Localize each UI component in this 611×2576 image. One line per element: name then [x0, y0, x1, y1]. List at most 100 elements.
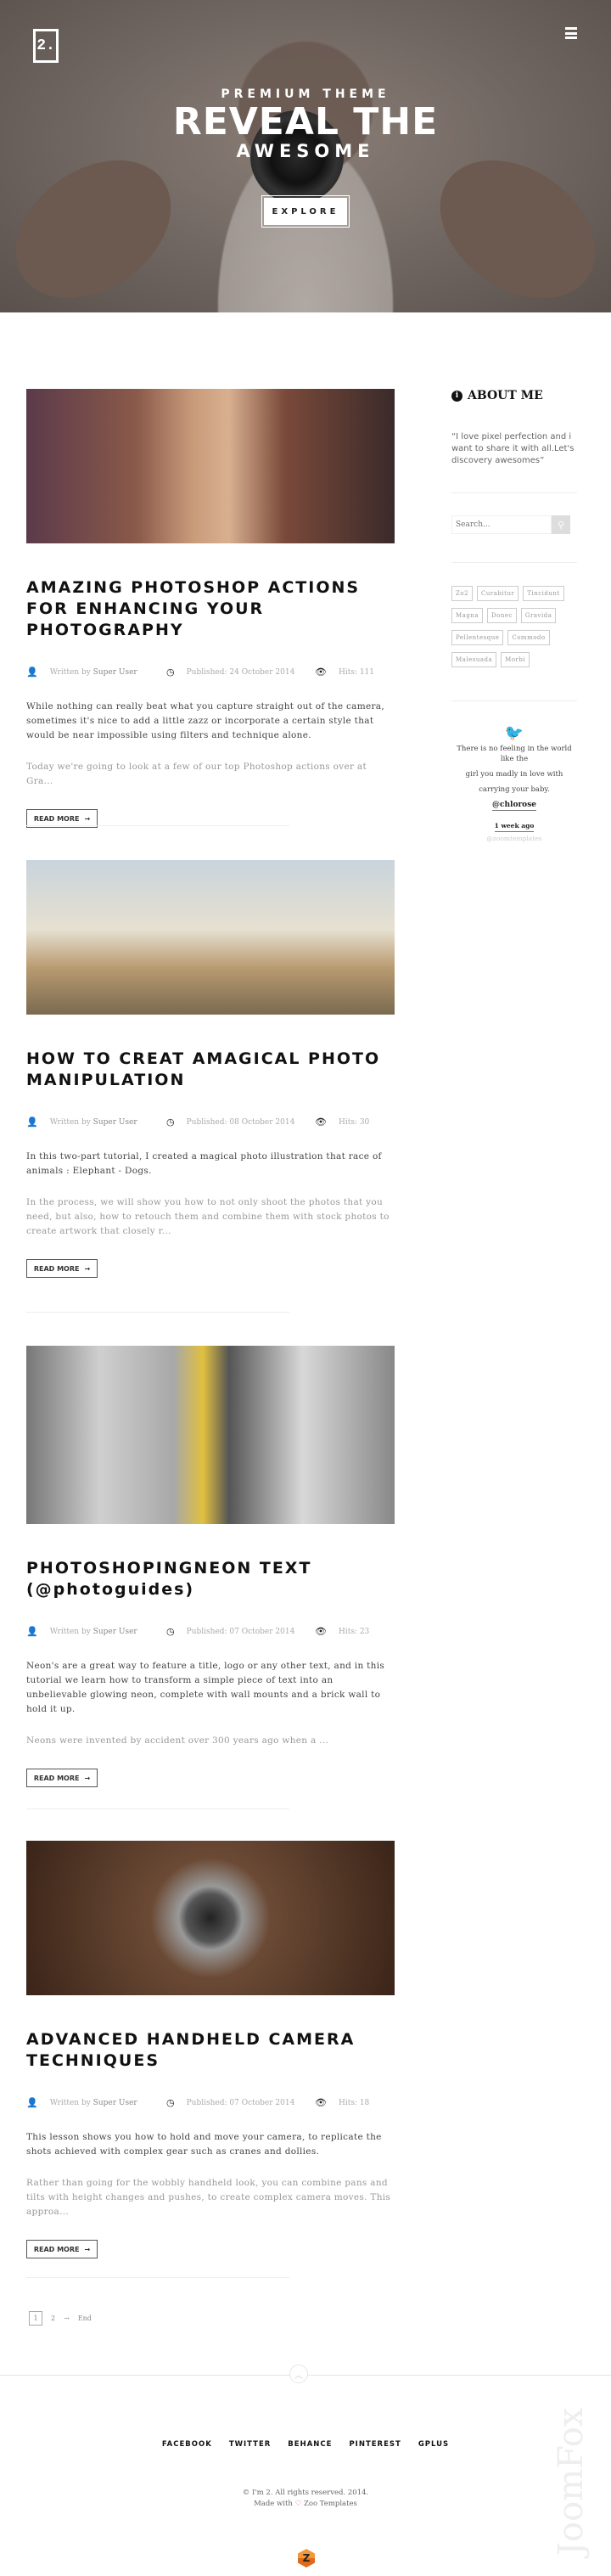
next-arrow-icon[interactable]: →: [64, 2314, 70, 2322]
search-icon: ⚲: [557, 519, 565, 531]
published-date: Published: 08 October 2014: [186, 1117, 295, 1127]
author: Written by Super User: [49, 667, 137, 677]
read-more-button[interactable]: READ MORE →: [26, 1769, 98, 1787]
divider: [26, 825, 289, 826]
post-title[interactable]: PHOTOSHOPINGNEON TEXT (@photoguides): [26, 1558, 395, 1600]
page-2[interactable]: 2: [51, 2314, 55, 2322]
zoo-templates-logo: Z: [298, 2549, 315, 2568]
tag-tincidunt[interactable]: Tincidunt: [523, 586, 564, 601]
eye-icon: 👁: [315, 666, 327, 678]
search-input[interactable]: [451, 515, 552, 534]
search-form: ⚲: [451, 515, 594, 534]
made-with-text: Made with: [254, 2500, 293, 2508]
user-icon: 👤: [26, 2097, 38, 2108]
author: Written by Super User: [49, 1627, 137, 1636]
author: Written by Super User: [49, 2098, 137, 2107]
hero-kicker: PREMIUM THEME: [221, 87, 390, 101]
post-excerpt: Today we're going to look at a few of ou…: [26, 762, 367, 786]
tweet-text: girl you madly in love with: [465, 770, 563, 779]
post-excerpt: Rather than going for the wobbly handhel…: [26, 2178, 391, 2217]
published-date: Published: 24 October 2014: [186, 667, 295, 677]
social-link-pinterest[interactable]: PINTEREST: [349, 2440, 401, 2449]
post-image[interactable]: [26, 860, 395, 1015]
divider: [26, 2277, 289, 2278]
post-meta: 👤 Written by Super User ◷ Published: 24 Oc…: [26, 666, 395, 678]
tweet-text: carrying your baby.: [479, 785, 550, 794]
tag-cloud: Zo2 Curabitur Tincidunt Magna Donec Gravida Pe…: [451, 586, 570, 667]
post-image[interactable]: [26, 389, 395, 543]
social-links: FACEBOOK TWITTER BEHANCE PINTEREST GPLUS: [0, 2440, 611, 2449]
explore-button[interactable]: EXPLORE: [261, 195, 350, 228]
post-intro: This lesson shows you how to hold and mo…: [26, 2132, 382, 2157]
pagination: 1 2 → End: [29, 2311, 92, 2326]
twitter-icon: 🐦: [504, 724, 524, 742]
tag-zo2[interactable]: Zo2: [451, 586, 474, 601]
tag-commodo[interactable]: Commodo: [507, 630, 550, 645]
back-to-top-button[interactable]: ︿: [289, 2365, 308, 2383]
page-end[interactable]: End: [78, 2314, 92, 2322]
post-intro: Neon's are a great way to feature a titl…: [26, 1661, 385, 1714]
social-link-twitter[interactable]: TWITTER: [229, 2440, 271, 2449]
tag-morbi[interactable]: Morbi: [501, 652, 530, 667]
tag-gravida[interactable]: Gravida: [520, 608, 557, 623]
eye-icon: 👁: [315, 2097, 327, 2108]
divider: [26, 1312, 289, 1313]
eye-icon: 👁: [315, 1116, 327, 1128]
site-logo[interactable]: 2.: [33, 29, 59, 63]
tag-magna[interactable]: Magna: [451, 608, 484, 623]
tweet-time-link[interactable]: 1 week ago: [494, 821, 535, 832]
divider: [26, 1808, 289, 1809]
page-1[interactable]: 1: [29, 2311, 42, 2326]
post-image[interactable]: [26, 1346, 395, 1524]
hits-count: Hits: 111: [338, 667, 375, 677]
post-title[interactable]: AMAZING PHOTOSHOP ACTIONS FOR ENHANCING …: [26, 577, 395, 641]
hits-count: Hits: 18: [338, 2098, 370, 2107]
eye-icon: 👁: [315, 1626, 327, 1637]
user-icon: 👤: [26, 1116, 38, 1128]
author: Written by Super User: [49, 1117, 137, 1127]
post-meta: 👤 Written by Super User ◷ Published: 07 Oc…: [26, 2097, 395, 2108]
search-button[interactable]: ⚲: [552, 515, 570, 534]
zoo-templates-link[interactable]: Zoo Templates: [304, 2500, 357, 2508]
divider: [451, 700, 577, 701]
social-link-behance[interactable]: BEHANCE: [288, 2440, 332, 2449]
user-icon: 👤: [26, 666, 38, 678]
tag-pellentesque[interactable]: Pellentesque: [451, 630, 504, 645]
copyright: © I'm 2. All rights reserved. 2014. Made…: [0, 2488, 611, 2510]
arrow-right-icon: →: [84, 2245, 91, 2253]
post-intro: While nothing can really beat what you c…: [26, 701, 385, 740]
tweet-text: There is no feeling in the world like th…: [457, 745, 572, 763]
social-link-gplus[interactable]: GPLUS: [418, 2440, 449, 2449]
info-icon: i: [451, 390, 462, 402]
post-excerpt: Neons were invented by accident over 300…: [26, 1735, 329, 1746]
hamburger-icon[interactable]: [565, 27, 577, 39]
hero-banner: 2. PREMIUM THEME REVEAL THE AWESOME EXPL…: [0, 0, 611, 312]
arrow-right-icon: →: [84, 1774, 91, 1782]
blog-post: ADVANCED HANDHELD CAMERA TECHNIQUES 👤 Wri…: [26, 1841, 395, 2258]
about-me-quote: “I love pixel perfection and i want to s…: [451, 432, 575, 465]
heart-icon: ♡: [294, 2500, 302, 2508]
social-link-facebook[interactable]: FACEBOOK: [162, 2440, 212, 2449]
post-title[interactable]: HOW TO CREAT AMAGICAL PHOTO MANIPULATION: [26, 1049, 395, 1091]
post-title[interactable]: ADVANCED HANDHELD CAMERA TECHNIQUES: [26, 2029, 395, 2072]
tag-donec[interactable]: Donec: [487, 608, 517, 623]
read-more-button[interactable]: READ MORE →: [26, 2240, 98, 2258]
divider: [451, 492, 577, 493]
tweet-mention-link[interactable]: @chlorose: [492, 800, 536, 811]
blog-post: HOW TO CREAT AMAGICAL PHOTO MANIPULATION…: [26, 860, 395, 1278]
post-intro: In this two-part tutorial, I created a m…: [26, 1151, 382, 1176]
tweet-user: @zoomtemplates: [486, 835, 542, 842]
arrow-right-icon: →: [84, 814, 91, 823]
clock-icon: ◷: [166, 2097, 175, 2108]
copyright-text: © I'm 2. All rights reserved. 2014.: [242, 2489, 369, 2497]
published-date: Published: 07 October 2014: [186, 2098, 295, 2107]
read-more-button[interactable]: READ MORE →: [26, 1259, 98, 1278]
joomfox-watermark: JoomFox: [552, 2407, 591, 2556]
clock-icon: ◷: [166, 666, 175, 678]
divider: [451, 562, 577, 563]
post-image[interactable]: [26, 1841, 395, 1995]
tag-curabitur[interactable]: Curabitur: [477, 586, 519, 601]
tag-malesuada[interactable]: Malesuada: [451, 652, 497, 667]
blog-post: PHOTOSHOPINGNEON TEXT (@photoguides) 👤 Wr…: [26, 1346, 395, 1787]
published-date: Published: 07 October 2014: [186, 1627, 295, 1636]
